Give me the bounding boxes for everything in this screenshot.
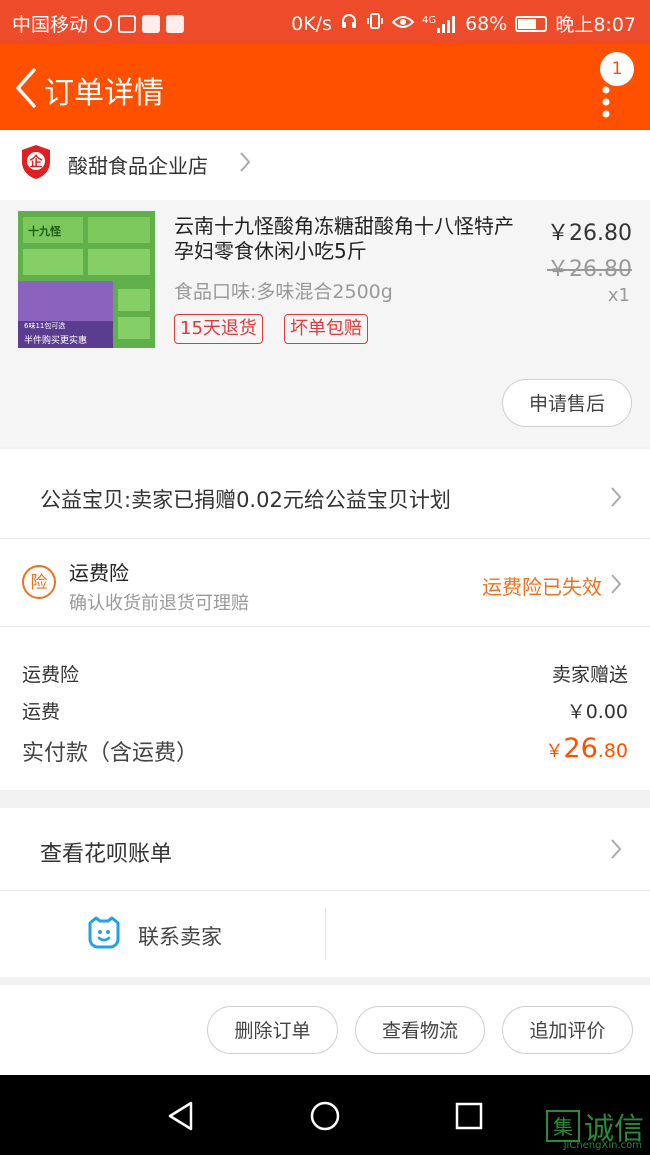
clock: 晚上8:07 (555, 14, 636, 36)
triangle-back-icon (168, 1101, 193, 1131)
paid-amount-value: ￥26.80 (545, 733, 628, 764)
thumbnail-promo-text: 半件购买更实惠 (24, 336, 88, 346)
app-notification-icon (94, 14, 113, 33)
return-policy-tag: 15天退货 (174, 314, 263, 344)
after-sale-button[interactable]: 申请售后 (502, 379, 632, 427)
product-quantity: x1 (607, 285, 630, 306)
battery-icon (515, 15, 548, 32)
carrier-label: 中国移动 (12, 14, 89, 36)
system-recents-button[interactable] (455, 1102, 483, 1130)
navigation-bar: 订单详情 1 (0, 44, 650, 130)
contacts-app-icon (166, 14, 185, 33)
charity-text: 公益宝贝:卖家已捐赠0.02元给公益宝贝计划 (40, 488, 451, 512)
insurance-fee-label: 运费险 (22, 664, 80, 686)
product-spec: 食品口味:多味混合2500g (174, 281, 393, 303)
network-speed: 0K/s (291, 12, 332, 35)
gallery-app-icon (142, 14, 161, 33)
divider (325, 908, 326, 960)
paid-amount-label: 实付款（含运费） (22, 741, 199, 766)
paid-integer: 26 (563, 733, 598, 764)
system-back-button[interactable] (166, 1100, 196, 1132)
paid-currency: ￥ (545, 741, 564, 762)
chevron-right-icon (611, 574, 622, 594)
chevron-right-icon (611, 487, 622, 507)
damage-guarantee-tag: 坏单包赔 (284, 314, 368, 344)
shop-badge-char: 企 (29, 155, 43, 170)
chat-icon (86, 915, 122, 951)
add-review-button[interactable]: 追加评价 (502, 1006, 633, 1054)
shipping-fee-label: 运费 (22, 701, 61, 723)
thumbnail-brand-text: 十九怪 (28, 225, 61, 238)
chevron-right-icon (611, 839, 622, 859)
square-recents-icon (455, 1102, 483, 1130)
insurance-subtitle: 确认收货前退货可理赔 (69, 593, 249, 614)
shop-name[interactable]: 酸甜食品企业店 (68, 150, 208, 179)
contact-seller-label[interactable]: 联系卖家 (138, 921, 222, 951)
shipping-fee-value: ￥0.00 (566, 701, 628, 723)
view-logistics-button[interactable]: 查看物流 (355, 1006, 485, 1054)
thumbnail-subtext: 6味11包可选 (24, 322, 66, 330)
lock-app-icon (118, 14, 137, 33)
product-price: ￥26.80 (547, 221, 632, 246)
chevron-left-icon (15, 68, 36, 108)
insurance-fee-value: 卖家赠送 (551, 664, 628, 686)
product-thumbnail[interactable]: 十九怪 6味11包可选 半件购买更实惠 (18, 211, 155, 348)
notification-badge[interactable]: 1 (600, 52, 634, 86)
battery-percent: 68% (465, 12, 508, 35)
insurance-icon: 险 (22, 565, 56, 599)
signal-icon: 4G (422, 15, 457, 33)
eye-comfort-icon (391, 13, 415, 35)
vibrate-icon (366, 12, 384, 35)
headphone-icon (340, 12, 358, 35)
insurance-title: 运费险 (69, 561, 129, 585)
watermark-logo-char: 集 (546, 1110, 580, 1142)
insurance-status[interactable]: 运费险已失效 (482, 571, 602, 600)
status-bar: 中国移动 0K/s 4G 68% 晚上8:07 (0, 0, 650, 44)
chevron-right-icon (240, 152, 251, 172)
circle-home-icon (310, 1101, 340, 1131)
back-button[interactable] (12, 66, 46, 110)
more-dots-icon (602, 86, 610, 118)
watermark-url: JiChengXin.com (563, 1140, 642, 1151)
paid-decimal: .80 (597, 740, 628, 762)
product-title[interactable]: 云南十九怪酸角冻糖甜酸角十八怪特产孕妇零食休闲小吃5斤 (174, 214, 526, 264)
original-price: ￥26.80 (547, 257, 632, 282)
system-home-button[interactable] (309, 1100, 341, 1132)
enterprise-shop-icon: 企 (20, 144, 52, 180)
more-menu-button[interactable] (596, 84, 616, 128)
huabei-bill-label[interactable]: 查看花呗账单 (40, 836, 172, 868)
page-title: 订单详情 (44, 76, 164, 111)
delete-order-button[interactable]: 删除订单 (207, 1006, 338, 1054)
